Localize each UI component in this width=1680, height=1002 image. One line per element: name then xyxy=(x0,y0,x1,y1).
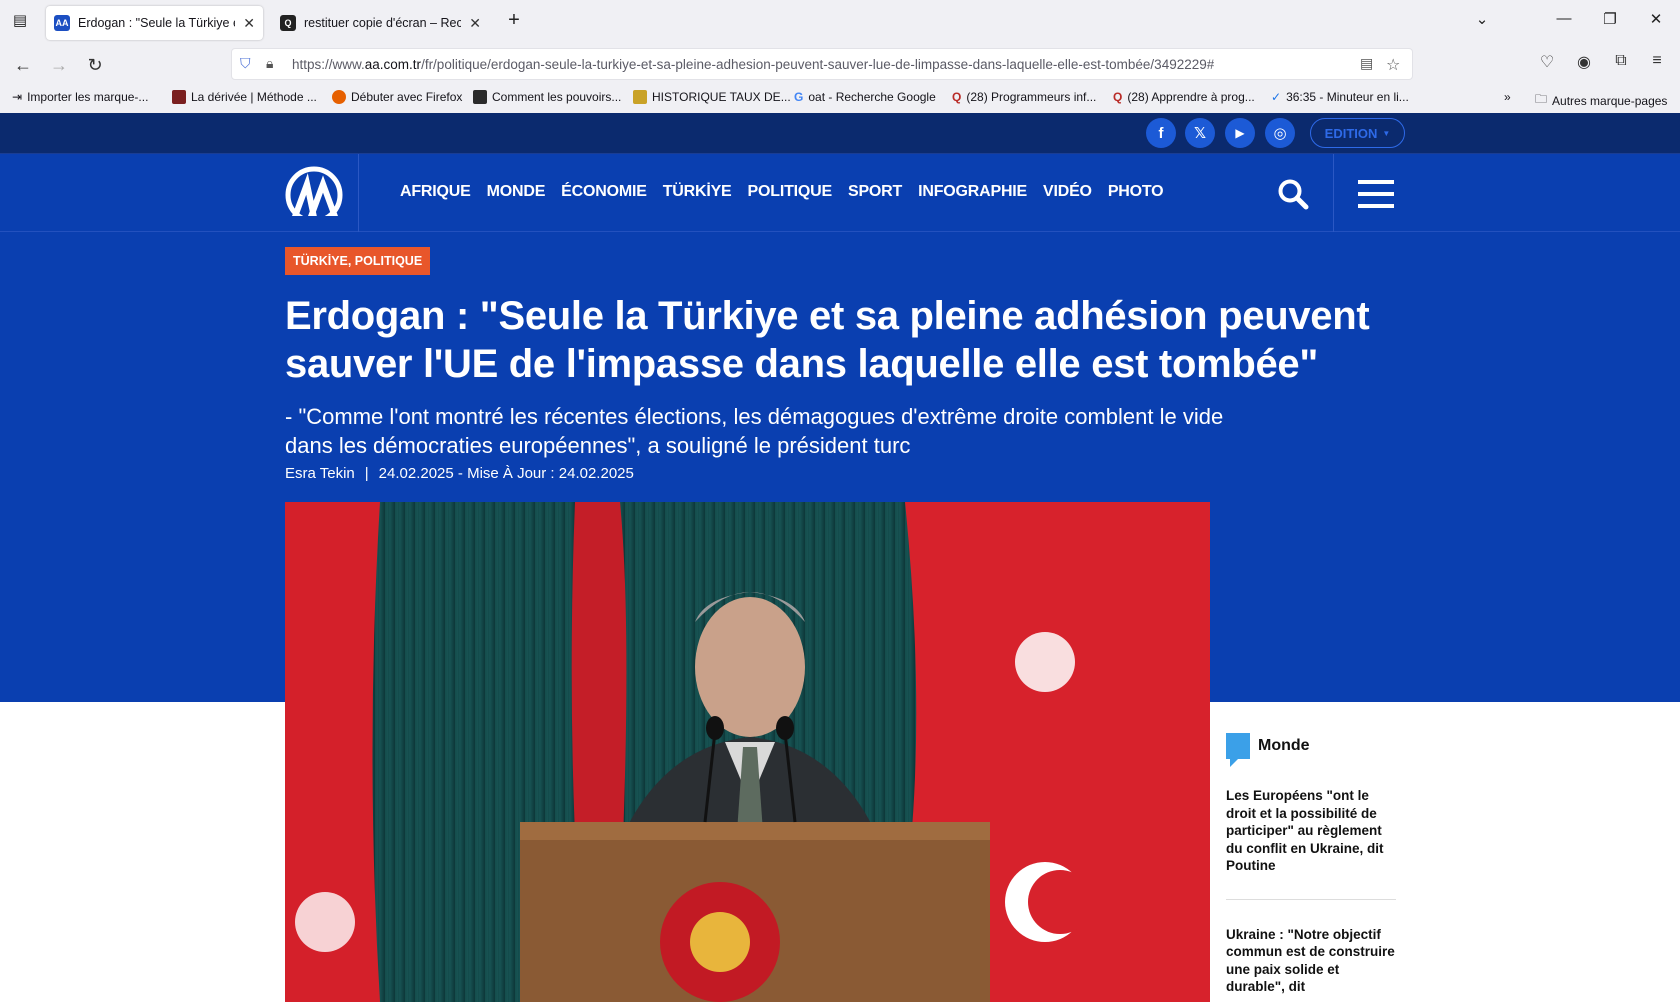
browser-chrome: ▤ AA Erdogan : "Seule la Türkiye et sa ✕… xyxy=(0,0,1680,113)
extensions-icon[interactable]: ⧉ xyxy=(1610,52,1632,70)
nav-turkiye[interactable]: TÜRKİYE xyxy=(663,183,732,201)
tab-overflow-chevron-icon[interactable]: ⌄ xyxy=(1470,10,1494,28)
tab-list-icon[interactable]: ▤ xyxy=(8,11,32,29)
quora-icon: Q xyxy=(952,90,962,104)
reader-view-icon[interactable]: ▤ xyxy=(1360,55,1373,72)
author-name[interactable]: Esra Tekin xyxy=(285,465,355,482)
bookmark-favicon-icon xyxy=(473,90,487,104)
minimize-icon[interactable]: — xyxy=(1552,10,1576,27)
bookmark-item[interactable]: La dérivée | Méthode ... xyxy=(172,90,317,104)
bookmark-item[interactable]: Goat - Recherche Google xyxy=(794,90,936,104)
tab-inactive[interactable]: Q restituer copie d'écran – Recher ✕ xyxy=(272,6,489,40)
bookmark-item[interactable]: Q (28) Programmeurs inf... xyxy=(952,90,1096,104)
sidebar-heading: Monde xyxy=(1226,733,1396,767)
youtube-icon[interactable]: ▶ xyxy=(1225,118,1255,148)
related-sidebar: Monde Les Européens "ont le droit et la … xyxy=(1226,733,1396,1002)
address-bar[interactable]: ⛉ 🔒︎ https://www.aa.com.tr/fr/politique/… xyxy=(231,48,1413,80)
url-domain: aa.com.tr xyxy=(364,56,422,72)
folder-icon: 🗀︎ xyxy=(1535,92,1548,106)
bookmark-item[interactable]: Comment les pouvoirs... xyxy=(473,90,621,104)
lock-icon[interactable]: 🔒︎ xyxy=(266,55,273,72)
related-article-link[interactable]: Ukraine : "Notre objectif commun est de … xyxy=(1226,926,1396,1002)
url-path: /fr/politique/erdogan-seule-la-turkiye-e… xyxy=(421,56,1215,72)
nav-politique[interactable]: POLITIQUE xyxy=(748,183,833,201)
nav-economie[interactable]: ÉCONOMIE xyxy=(561,183,647,201)
nav-divider xyxy=(358,154,359,232)
publish-date: 24.02.2025 - Mise À Jour : 24.02.2025 xyxy=(378,465,634,482)
tab-title: Erdogan : "Seule la Türkiye et sa xyxy=(78,16,235,30)
top-social-bar: f 𝕏 ▶ ◎ EDITION ▼ xyxy=(0,113,1680,154)
search-icon[interactable] xyxy=(1277,178,1309,210)
firefox-icon xyxy=(332,90,346,104)
article-subheadline: - "Comme l'ont montré les récentes élect… xyxy=(285,404,1224,458)
forward-arrow-icon[interactable]: → xyxy=(46,52,72,78)
bookmark-item[interactable]: Débuter avec Firefox xyxy=(332,90,462,104)
tab-bar: ▤ AA Erdogan : "Seule la Türkiye et sa ✕… xyxy=(0,0,1680,44)
reload-icon[interactable]: ↻ xyxy=(82,52,108,78)
bookmark-item[interactable]: Q (28) Apprendre à prog... xyxy=(1113,90,1255,104)
aa-logo[interactable] xyxy=(285,166,343,224)
article-headline: Erdogan : "Seule la Türkiye et sa pleine… xyxy=(285,294,1370,386)
edition-label: EDITION xyxy=(1324,125,1378,141)
restore-icon[interactable]: ❐ xyxy=(1598,10,1622,28)
meta-separator: | xyxy=(364,465,369,482)
section-links: AFRIQUE MONDE ÉCONOMIE TÜRKİYE POLITIQUE… xyxy=(400,183,1164,201)
tab-title: restituer copie d'écran – Recher xyxy=(304,16,462,30)
timer-icon: ✓ xyxy=(1271,90,1282,104)
nav-afrique[interactable]: AFRIQUE xyxy=(400,183,471,201)
bookmarks-toolbar: ⇥ Importer les marque-... La dérivée | Mé… xyxy=(0,84,1680,113)
caret-down-icon: ▼ xyxy=(1382,128,1391,138)
bookmark-star-icon[interactable]: ☆ xyxy=(1386,55,1400,75)
menu-icon[interactable]: ≡ xyxy=(1646,52,1668,70)
edition-dropdown[interactable]: EDITION ▼ xyxy=(1310,118,1405,148)
aa-favicon-icon: AA xyxy=(54,15,70,31)
bookmark-item[interactable]: ⇥ Importer les marque-... xyxy=(12,90,148,104)
article-photo[interactable] xyxy=(285,502,1210,1002)
bookmarks-overflow-icon[interactable]: » xyxy=(1504,90,1511,104)
nav-video[interactable]: VIDÉO xyxy=(1043,183,1092,201)
quora-icon: Q xyxy=(1113,90,1123,104)
sidebar-heading-label[interactable]: Monde xyxy=(1258,737,1310,755)
nav-photo[interactable]: PHOTO xyxy=(1108,183,1164,201)
speech-badge-icon xyxy=(1226,733,1250,767)
facebook-icon[interactable]: f xyxy=(1146,118,1176,148)
new-tab-icon[interactable]: + xyxy=(502,9,526,32)
close-window-icon[interactable]: ✕ xyxy=(1644,10,1668,28)
google-icon: G xyxy=(794,90,804,104)
main-navigation: AFRIQUE MONDE ÉCONOMIE TÜRKİYE POLITIQUE… xyxy=(0,154,1680,232)
shield-icon[interactable]: ⛉ xyxy=(240,55,251,72)
bookmark-item[interactable]: HISTORIQUE TAUX DE... xyxy=(633,90,791,104)
bookmark-favicon-icon xyxy=(633,90,647,104)
pocket-icon[interactable]: ♡ xyxy=(1536,52,1558,72)
x-twitter-icon[interactable]: 𝕏 xyxy=(1185,118,1215,148)
web-page: f 𝕏 ▶ ◎ EDITION ▼ AFRIQUE MONDE ÉCONOMIE… xyxy=(0,113,1680,1002)
category-tag[interactable]: TÜRKİYE, POLITIQUE xyxy=(285,247,431,275)
nav-infographie[interactable]: INFOGRAPHIE xyxy=(918,183,1027,201)
other-bookmarks[interactable]: 🗀︎ Autres marque-pages xyxy=(1535,90,1667,111)
nav-sport[interactable]: SPORT xyxy=(848,183,902,201)
qwant-favicon-icon: Q xyxy=(280,15,296,31)
hamburger-menu-icon[interactable] xyxy=(1358,180,1394,208)
nav-monde[interactable]: MONDE xyxy=(487,183,546,201)
instagram-icon[interactable]: ◎ xyxy=(1265,118,1295,148)
related-article-link[interactable]: Les Européens "ont le droit et la possib… xyxy=(1226,787,1396,900)
import-icon: ⇥ xyxy=(12,90,23,104)
article-meta: Esra Tekin | 24.02.2025 - Mise À Jour : … xyxy=(285,465,634,482)
account-icon[interactable]: ◉ xyxy=(1573,52,1595,72)
url-prefix: https://www. xyxy=(292,56,365,72)
back-arrow-icon[interactable]: ← xyxy=(10,52,36,78)
close-tab-icon[interactable]: ✕ xyxy=(469,15,481,32)
bookmark-favicon-icon xyxy=(172,90,186,104)
tab-active[interactable]: AA Erdogan : "Seule la Türkiye et sa ✕ xyxy=(46,6,263,40)
close-tab-icon[interactable]: ✕ xyxy=(243,15,255,32)
bookmark-item[interactable]: ✓ 36:35 - Minuteur en li... xyxy=(1271,90,1409,104)
nav-divider xyxy=(1333,154,1334,232)
